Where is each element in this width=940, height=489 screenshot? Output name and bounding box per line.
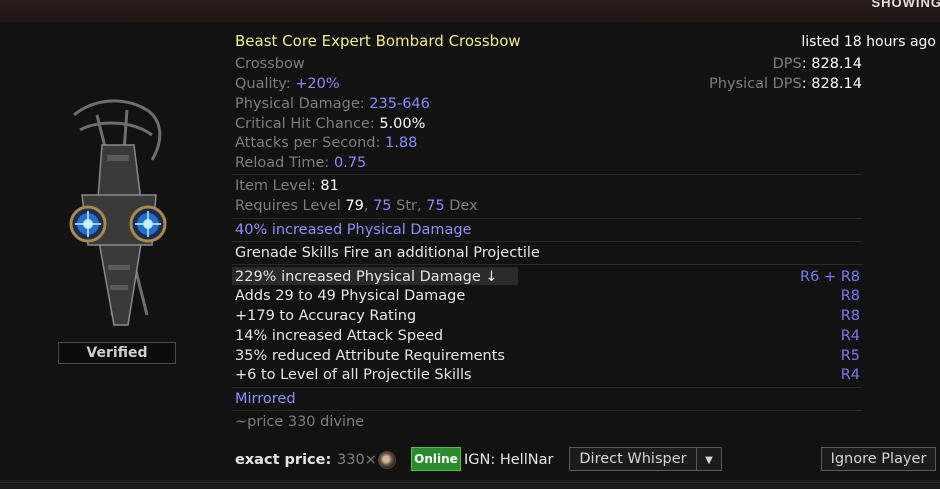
req-str-label: Str,	[391, 198, 427, 214]
online-status-badge: Online	[411, 447, 461, 471]
explicit-mod[interactable]: +6 to Level of all Projectile Skills	[235, 366, 472, 384]
whisper-dropdown-button[interactable]: ▼	[696, 447, 722, 471]
explicit-mod[interactable]: 229% increased Physical Damage ↓	[235, 268, 498, 286]
top-bar: SHOWING	[0, 0, 940, 22]
req-str[interactable]: 75	[373, 198, 391, 214]
exact-price-label: exact price:	[235, 452, 332, 468]
mod-tier: R8	[840, 288, 860, 304]
direct-whisper-button[interactable]: Direct Whisper	[569, 447, 697, 471]
crossbow-item-icon	[69, 99, 167, 326]
dps-value[interactable]: : 828.14	[802, 56, 862, 72]
enchant-mod[interactable]: 40% increased Physical Damage	[235, 221, 472, 239]
seller-ign[interactable]: IGN: HellNar	[464, 451, 553, 469]
quality-label: Quality:	[235, 76, 296, 92]
dps-label: DPS	[772, 56, 802, 72]
pdps-line: Physical DPS: 828.14	[709, 75, 862, 93]
pdps-label: Physical DPS	[709, 76, 802, 92]
aps-value[interactable]: 1.88	[385, 135, 417, 151]
item-level-line: Item Level: 81	[235, 177, 339, 195]
req-dex-label: Dex	[444, 198, 478, 214]
separator	[232, 387, 862, 388]
mod-tier: R8	[840, 308, 860, 324]
separator	[232, 174, 862, 175]
phys-label: Physical Damage:	[235, 96, 370, 112]
crit-line: Critical Hit Chance: 5.00%	[235, 115, 425, 133]
dps-line: DPS: 828.14	[773, 55, 862, 73]
separator	[232, 241, 862, 242]
listed-time: listed 18 hours ago	[801, 34, 936, 50]
req-sep: ,	[363, 198, 374, 214]
mod-tier: R4	[840, 367, 860, 383]
divine-orb-icon	[378, 451, 396, 469]
req-dex[interactable]: 75	[426, 198, 444, 214]
implicit-mod[interactable]: Grenade Skills Fire an additional Projec…	[235, 244, 540, 262]
explicit-mod[interactable]: 14% increased Attack Speed	[235, 327, 443, 345]
pdps-value[interactable]: : 828.14	[802, 76, 862, 92]
mod-tier: R5	[840, 348, 860, 364]
phys-value[interactable]: 235-646	[369, 96, 430, 112]
verified-badge: Verified	[58, 342, 176, 364]
aps-label: Attacks per Second:	[235, 135, 386, 151]
price-note: ~price 330 divine	[235, 414, 365, 430]
explicit-mod[interactable]: Adds 29 to 49 Physical Damage	[235, 287, 465, 305]
mod-tier: R4	[840, 328, 860, 344]
separator	[232, 264, 862, 265]
ilvl-label: Item Level:	[235, 178, 321, 194]
req-prefix: Requires Level	[235, 198, 346, 214]
aps-line: Attacks per Second: 1.88	[235, 134, 417, 152]
separator	[232, 218, 862, 219]
ilvl-value[interactable]: 81	[320, 178, 338, 194]
req-level[interactable]: 79	[345, 198, 363, 214]
mod-tier: R6 + R8	[800, 269, 860, 285]
crit-value[interactable]: 5.00%	[379, 116, 425, 132]
separator	[232, 410, 862, 411]
explicit-mod[interactable]: 35% reduced Attribute Requirements	[235, 347, 505, 365]
reload-value[interactable]: 0.75	[334, 155, 366, 171]
quality-line: Quality: +20%	[235, 75, 340, 93]
item-name[interactable]: Beast Core Expert Bombard Crossbow	[235, 32, 521, 50]
bottom-bar	[0, 480, 940, 489]
chevron-down-icon: ▼	[705, 455, 713, 466]
item-base-type: Crossbow	[235, 56, 305, 72]
ignore-player-button[interactable]: Ignore Player	[821, 447, 936, 471]
quality-value[interactable]: +20%	[295, 76, 339, 92]
requirements-line: Requires Level 79, 75 Str, 75 Dex	[235, 197, 478, 215]
explicit-mod[interactable]: +179 to Accuracy Rating	[235, 307, 416, 325]
crit-label: Critical Hit Chance:	[235, 116, 380, 132]
reload-label: Reload Time:	[235, 155, 334, 171]
reload-line: Reload Time: 0.75	[235, 154, 366, 172]
physical-damage-line: Physical Damage: 235-646	[235, 95, 430, 113]
price-amount: 330×	[337, 452, 377, 468]
showing-label: SHOWING	[871, 0, 940, 10]
mirrored-label: Mirrored	[235, 391, 296, 407]
